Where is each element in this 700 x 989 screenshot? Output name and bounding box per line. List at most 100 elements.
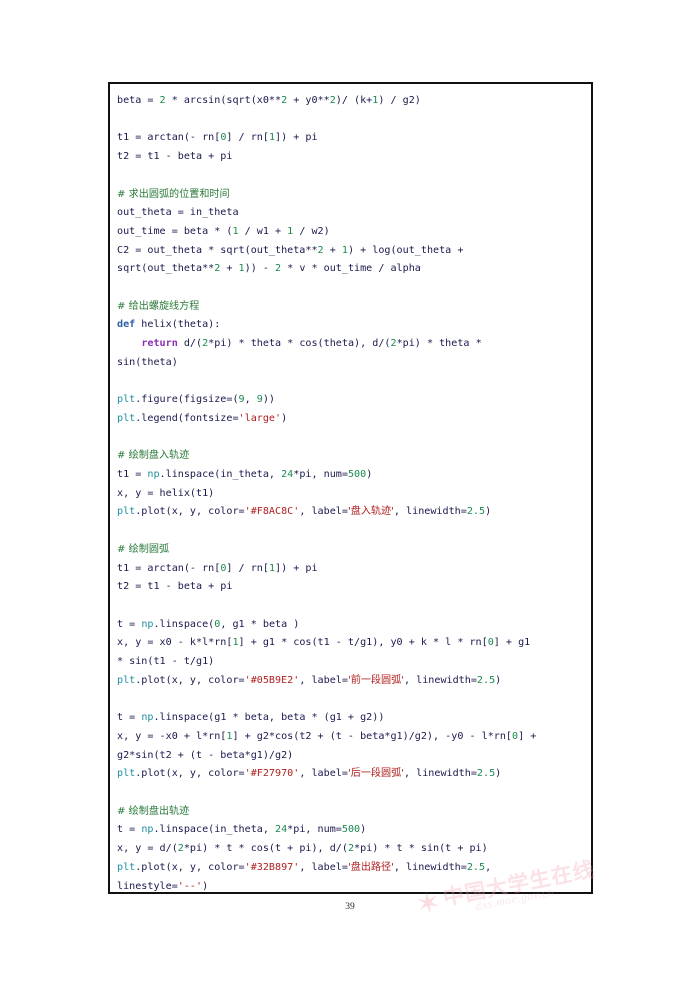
- code-token-plain: x, y = d/(: [117, 843, 178, 855]
- code-token-str: 'large': [238, 412, 282, 424]
- code-token-str: '盘入轨迹': [347, 506, 394, 518]
- code-token-plain: d/(: [177, 338, 203, 350]
- code-token-plain: *pi) * t * cos(t + pi), d/(: [183, 843, 348, 855]
- code-token-mod: np: [141, 618, 154, 630]
- code-token-plain: t1 =: [117, 469, 148, 481]
- code-line: sin(theta): [117, 354, 585, 373]
- code-token-plain: , linewidth=: [403, 768, 477, 780]
- code-token-num: 2.5: [476, 674, 496, 686]
- code-token-plain: t =: [117, 712, 142, 724]
- code-token-plain: + y0**: [287, 95, 330, 106]
- code-token-num: 24: [275, 824, 288, 836]
- code-token-plain: .plot(x, y, color=: [135, 861, 245, 873]
- code-token-cmt: # 求出圆弧的位置和时间: [117, 188, 230, 200]
- code-token-plain: )) -: [244, 263, 276, 275]
- code-line: # 绘制盘出轨迹: [117, 803, 585, 822]
- code-token-str: '盘出路径': [347, 861, 394, 873]
- code-token-plain: t =: [117, 824, 142, 836]
- code-listing[interactable]: beta = 2 * arcsin(sqrt(x0**2 + y0**2)/ (…: [110, 84, 591, 892]
- code-token-plain: ,: [244, 394, 257, 406]
- code-token-plain: t2 = t1 - beta + pi: [117, 581, 233, 593]
- code-line: plt.plot(x, y, color='#F27970', label='后…: [117, 765, 585, 784]
- code-token-ret: return: [141, 338, 178, 350]
- code-line: plt.plot(x, y, color='#F8AC8C', label='盘…: [117, 503, 585, 522]
- code-token-str: '#32B897': [244, 861, 300, 873]
- code-token-str: '#05B9E2': [244, 674, 300, 686]
- code-line: out_theta = in_theta: [117, 204, 585, 223]
- code-line: # 求出圆弧的位置和时间: [117, 186, 585, 205]
- code-token-plain: * arcsin(sqrt(x0**: [165, 95, 282, 106]
- code-token-plain: , linewidth=: [393, 506, 467, 518]
- code-token-str: '#F8AC8C': [244, 506, 300, 518]
- code-token-plain: ): [495, 768, 502, 780]
- code-token-plain: .linspace(in_theta,: [159, 469, 282, 481]
- code-token-plain: ): [281, 412, 288, 424]
- code-line: x, y = helix(t1): [117, 485, 585, 504]
- code-token-plain: .plot(x, y, color=: [135, 768, 245, 780]
- code-token-mod: plt: [117, 674, 136, 686]
- code-token-plain: ): [202, 880, 209, 892]
- code-token-cmt: # 绘制盘入轨迹: [117, 450, 190, 462]
- code-token-plain: linestyle=: [117, 880, 178, 892]
- code-token-plain: t1 = arctan(- rn[: [117, 562, 221, 574]
- code-token-mod: plt: [117, 394, 136, 406]
- code-token-plain: .linspace(: [153, 618, 215, 630]
- code-token-plain: beta =: [117, 95, 160, 106]
- code-line: t1 = arctan(- rn[0] / rn[1]) + pi: [117, 560, 585, 579]
- code-block-container: beta = 2 * arcsin(sqrt(x0**2 + y0**2)/ (…: [108, 82, 593, 894]
- code-token-plain: t1 = arctan(- rn[: [117, 132, 221, 144]
- code-token-plain: * sin(t1 - t/g1): [117, 656, 215, 668]
- code-token-mod: np: [141, 712, 154, 724]
- code-token-plain: , label=: [299, 861, 348, 873]
- code-line: # 绘制盘入轨迹: [117, 447, 585, 466]
- code-token-plain: x, y = x0 - k*l*rn[: [117, 637, 233, 649]
- code-line: plt.legend(fontsize='large'): [117, 410, 585, 429]
- code-token-plain: .plot(x, y, color=: [135, 506, 245, 518]
- code-line: x, y = x0 - k*l*rn[1] + g1 * cos(t1 - t/…: [117, 634, 585, 653]
- code-line: # 绘制圆弧: [117, 541, 585, 560]
- code-token-plain: , linewidth=: [403, 674, 477, 686]
- code-token-plain: +: [220, 263, 239, 275]
- code-token-plain: , g1 * beta ): [220, 618, 300, 630]
- code-line: def helix(theta):: [117, 316, 585, 335]
- code-token-plain: g2*sin(t2 + (t - beta*g1)/g2): [117, 749, 294, 761]
- code-token-plain: ] + g2*cos(t2 + (t - beta*g1)/g2), -y0 -…: [232, 730, 513, 742]
- code-token-cmt: # 给出螺旋线方程: [117, 300, 200, 312]
- code-line: t2 = t1 - beta + pi: [117, 578, 585, 597]
- code-token-plain: out_theta = in_theta: [117, 207, 239, 219]
- code-line: * sin(t1 - t/g1): [117, 653, 585, 672]
- code-token-num: 2.5: [466, 861, 486, 873]
- code-line: beta = 2 * arcsin(sqrt(x0**2 + y0**2)/ (…: [117, 92, 585, 111]
- code-token-plain: ): [485, 506, 492, 518]
- code-line: plt.plot(x, y, color='#32B897', label='盘…: [117, 859, 585, 878]
- code-token-mod: np: [141, 824, 154, 836]
- code-token-plain: out_time = beta * (: [117, 225, 233, 237]
- code-token-kw: def: [117, 319, 136, 331]
- code-token-mod: plt: [117, 506, 136, 518]
- code-line: t = np.linspace(0, g1 * beta ): [117, 616, 585, 635]
- code-token-cmt: # 绘制盘出轨迹: [117, 805, 190, 817]
- code-token-mod: plt: [117, 412, 136, 424]
- code-token-plain: , label=: [299, 674, 348, 686]
- code-token-str: '--': [177, 880, 203, 892]
- code-token-plain: t =: [117, 618, 142, 630]
- code-token-plain: ] / rn[: [226, 562, 269, 574]
- code-token-plain: , label=: [299, 506, 348, 518]
- code-token-plain: *pi) * theta *: [396, 338, 482, 350]
- code-token-plain: t2 = t1 - beta + pi: [117, 151, 233, 163]
- code-token-plain: * v * out_time / alpha: [281, 263, 421, 275]
- code-token-plain: *pi) * theta * cos(theta), d/(: [208, 338, 391, 350]
- code-token-str: '#F27970': [244, 768, 300, 780]
- code-token-plain: +: [323, 244, 342, 256]
- code-token-plain: ]) + pi: [275, 132, 318, 144]
- code-token-mod: plt: [117, 768, 136, 780]
- code-token-plain: ] +: [518, 730, 537, 742]
- code-token-plain: )): [262, 394, 276, 406]
